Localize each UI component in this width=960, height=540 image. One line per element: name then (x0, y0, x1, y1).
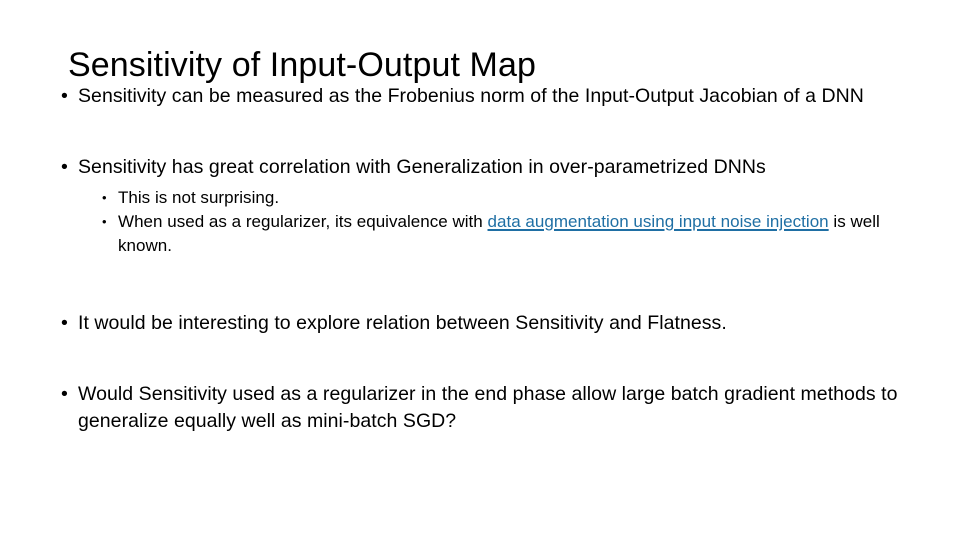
bullet-item: • Sensitivity can be measured as the Fro… (56, 83, 932, 110)
page-title: Sensitivity of Input-Output Map (68, 45, 536, 84)
bullet-marker-icon: • (102, 190, 107, 205)
hyperlink-data-augmentation[interactable]: data augmentation using input noise inje… (488, 212, 829, 231)
bullet-marker-icon: • (102, 214, 107, 229)
sub-bullet-text-prefix: When used as a regularizer, its equivale… (118, 212, 488, 231)
presentation-slide: Sensitivity of Input-Output Map • Sensit… (0, 0, 960, 540)
slide-body: • Sensitivity can be measured as the Fro… (56, 83, 932, 435)
bullet-marker-icon: • (61, 156, 68, 178)
sub-bullet-item: • This is not surprising. (56, 186, 932, 210)
sub-bullet-item: • When used as a regularizer, its equiva… (56, 210, 932, 258)
bullet-text: Would Sensitivity used as a regularizer … (78, 383, 898, 432)
bullet-text: Sensitivity can be measured as the Frobe… (78, 85, 864, 107)
bullet-text: It would be interesting to explore relat… (78, 312, 727, 334)
bullet-item: • It would be interesting to explore rel… (56, 310, 932, 337)
bullet-marker-icon: • (61, 383, 68, 405)
bullet-item: • Sensitivity has great correlation with… (56, 154, 932, 181)
bullet-marker-icon: • (61, 312, 68, 334)
bullet-item: • Would Sensitivity used as a regularize… (56, 381, 932, 435)
bullet-marker-icon: • (61, 85, 68, 107)
bullet-text: Sensitivity has great correlation with G… (78, 156, 766, 178)
sub-bullet-text: This is not surprising. (118, 188, 280, 207)
